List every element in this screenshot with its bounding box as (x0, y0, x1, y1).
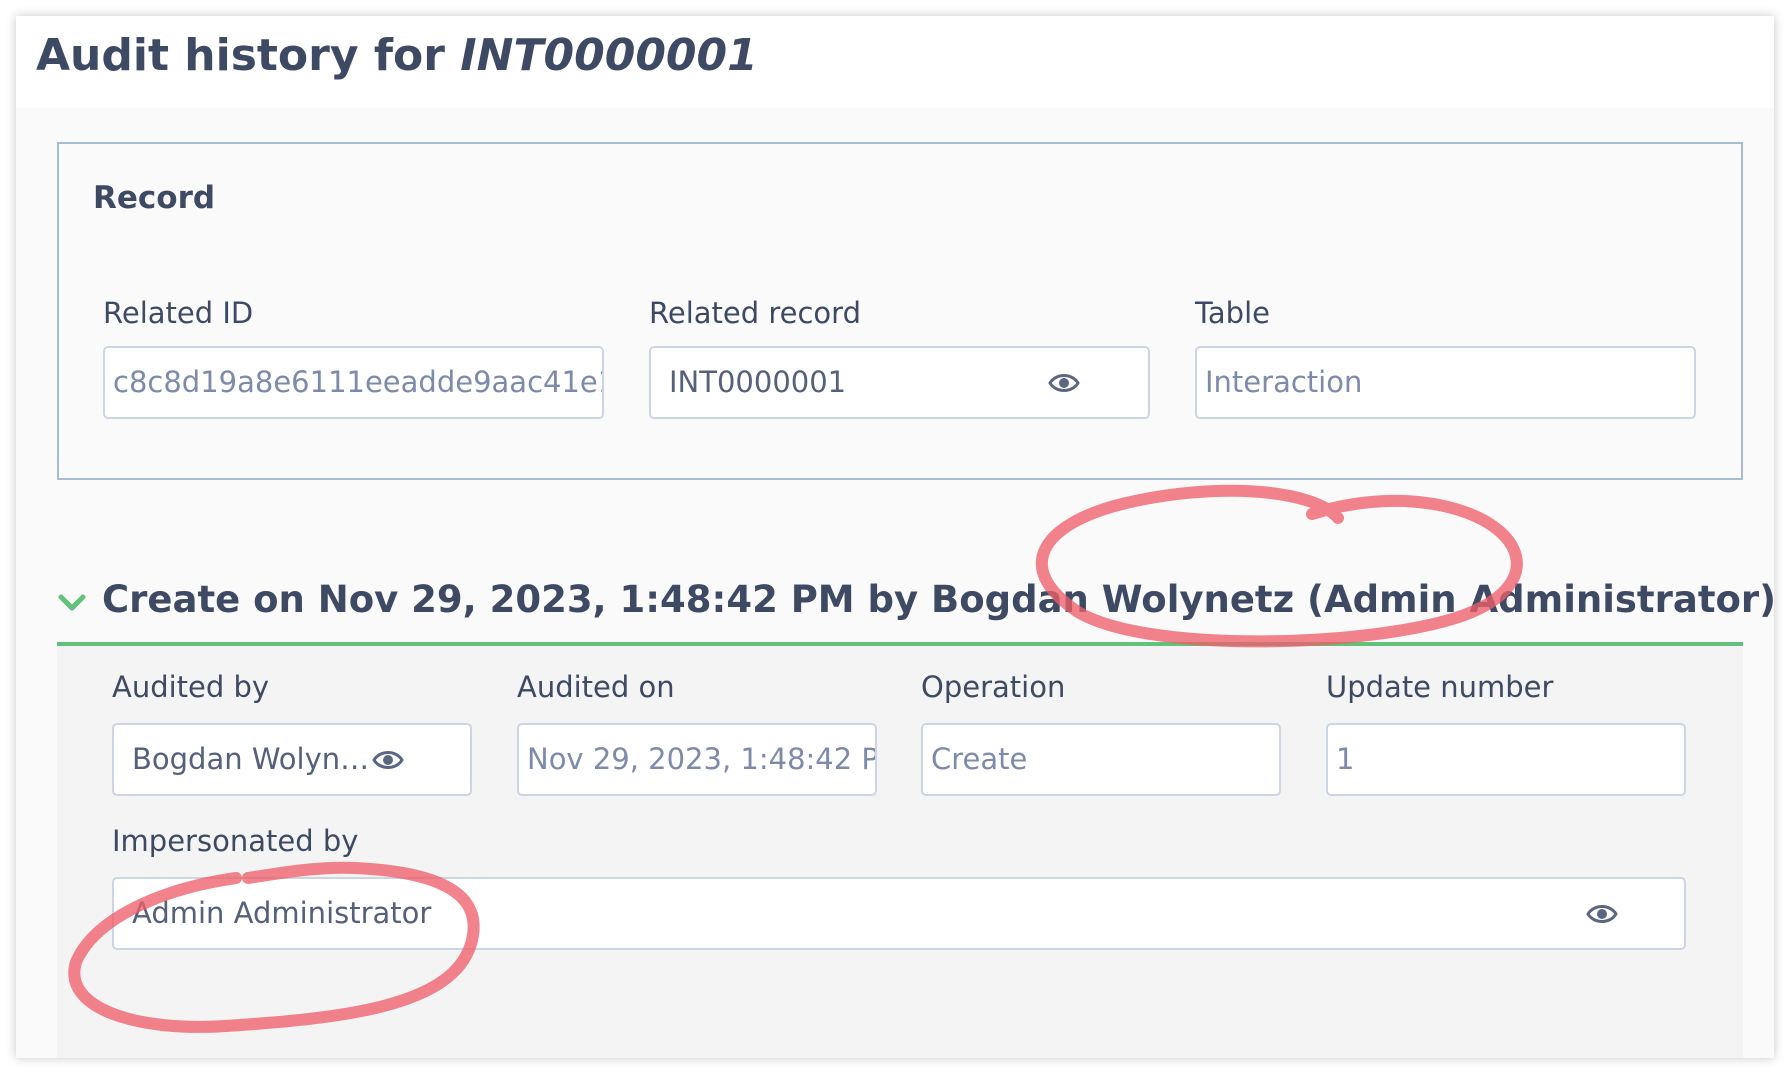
audit-entry-title[interactable]: Create on Nov 29, 2023, 1:48:42 PM by Bo… (102, 578, 1774, 621)
table-value: Interaction (1205, 365, 1363, 399)
impersonated-by-value: Admin Administrator (132, 896, 432, 930)
page-title-prefix: Audit history for (36, 30, 445, 81)
operation-label: Operation (921, 670, 1066, 704)
audited-by-field[interactable]: Bogdan Wolyn… (112, 723, 472, 796)
table-label: Table (1195, 296, 1270, 330)
update-number-value: 1 (1336, 742, 1355, 776)
eye-icon[interactable] (1586, 900, 1618, 928)
page-header: Audit history for INT0000001 (16, 16, 1774, 108)
audited-by-value: Bogdan Wolyn… (132, 742, 370, 776)
record-section: Record Related ID c8c8d19a8e6111eeadde9a… (57, 142, 1743, 480)
audit-entry-details: Audited by Bogdan Wolyn… Audited on Nov … (57, 646, 1743, 1058)
related-record-label: Related record (649, 296, 861, 330)
related-id-field[interactable]: c8c8d19a8e6111eeadde9aac41e122 (103, 346, 604, 419)
operation-value: Create (931, 742, 1028, 776)
audited-on-value: Nov 29, 2023, 1:48:42 PM (527, 742, 877, 776)
related-record-value: INT0000001 (669, 365, 847, 399)
audited-on-label: Audited on (517, 670, 675, 704)
audit-entry-header[interactable]: Create on Nov 29, 2023, 1:48:42 PM by Bo… (57, 564, 1774, 644)
impersonated-by-field[interactable]: Admin Administrator (112, 877, 1686, 950)
eye-icon[interactable] (1048, 369, 1080, 397)
audited-on-field[interactable]: Nov 29, 2023, 1:48:42 PM (517, 723, 877, 796)
update-number-label: Update number (1326, 670, 1554, 704)
audited-by-label: Audited by (112, 670, 270, 704)
related-id-value: c8c8d19a8e6111eeadde9aac41e122 (113, 365, 604, 399)
page-title: Audit history for INT0000001 (36, 30, 758, 81)
update-number-field[interactable]: 1 (1326, 723, 1686, 796)
record-heading: Record (93, 180, 216, 216)
table-field[interactable]: Interaction (1195, 346, 1696, 419)
related-record-field[interactable]: INT0000001 (649, 346, 1150, 419)
operation-field[interactable]: Create (921, 723, 1281, 796)
eye-icon[interactable] (372, 746, 404, 774)
impersonated-by-label: Impersonated by (112, 824, 359, 858)
chevron-down-icon[interactable] (57, 592, 87, 614)
audit-history-panel: Audit history for INT0000001 Record Rela… (16, 16, 1774, 1058)
page-title-record-number: INT0000001 (460, 30, 758, 81)
related-id-label: Related ID (103, 296, 254, 330)
